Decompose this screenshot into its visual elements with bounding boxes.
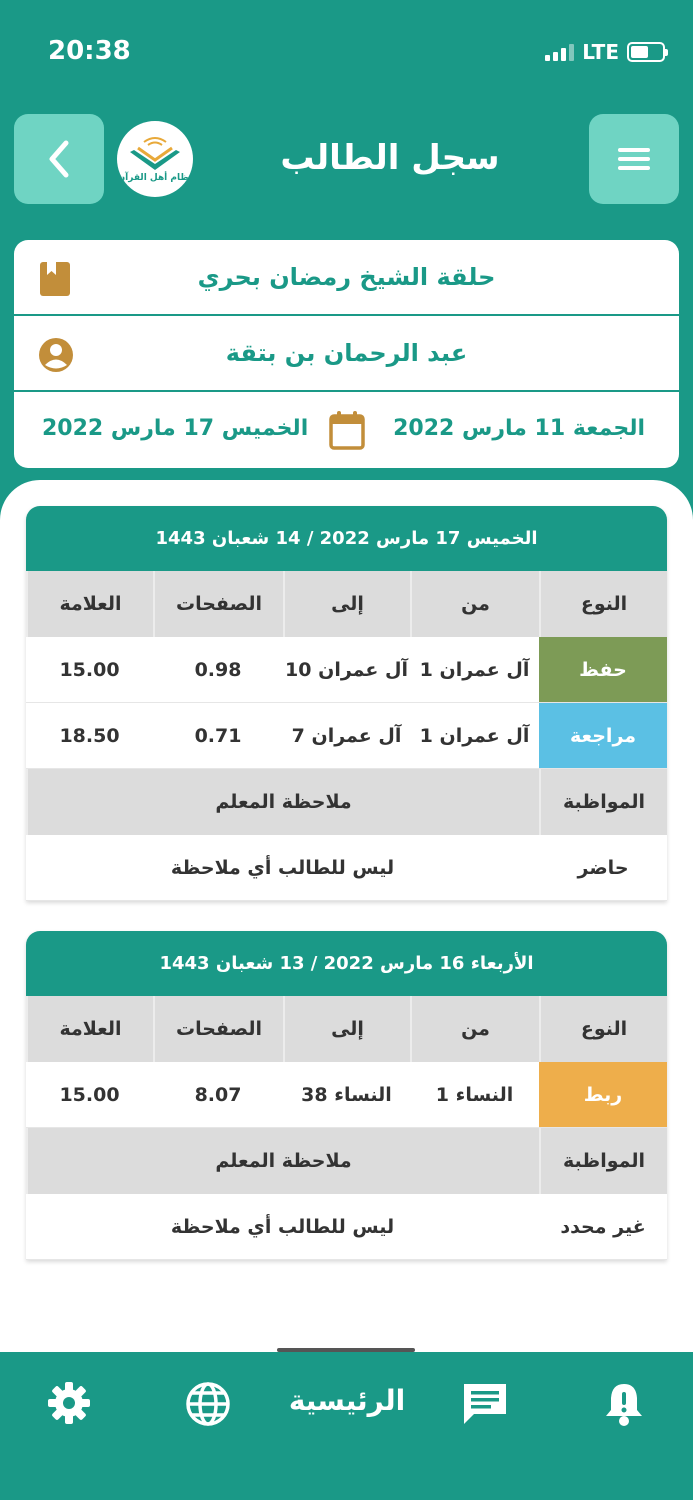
chat-icon: [464, 1384, 506, 1424]
battery-icon: [627, 42, 668, 62]
cell-mark: 18.50: [59, 724, 120, 747]
type-badge-review: مراجعة: [539, 703, 667, 768]
calendar-icon[interactable]: [328, 410, 366, 450]
attendance-row: غير محدد ليس للطالب أي ملاحظة: [26, 1194, 667, 1260]
attendance-value: غير محدد: [560, 1215, 646, 1238]
cell-pages: 0.71: [194, 724, 242, 747]
nav-settings[interactable]: [46, 1380, 92, 1426]
book-icon: [40, 262, 70, 296]
cell-from: آل عمران 1: [419, 724, 530, 747]
col-teacher-note: ملاحظة المعلم: [26, 769, 539, 835]
col-pages: الصفحات: [153, 996, 283, 1062]
chevron-left-icon: [49, 140, 69, 178]
day-record-card: الأربعاء 16 مارس 2022 / 13 شعبان 1443 ال…: [26, 931, 667, 1260]
type-badge-hifz: حفظ: [539, 637, 667, 702]
logo-text: نظام أهل القرآن: [117, 172, 193, 183]
signal-icon: [545, 43, 575, 61]
student-name: عبد الرحمان بن بتقة: [225, 339, 468, 367]
date-from[interactable]: الجمعة 11 مارس 2022: [393, 416, 645, 441]
quran-logo-icon: [130, 136, 180, 170]
gear-icon: [48, 1382, 90, 1424]
date-to[interactable]: الخميس 17 مارس 2022: [42, 416, 308, 441]
circle-name: حلقة الشيخ رمضان بحري: [197, 263, 496, 291]
hamburger-menu-icon: [618, 148, 650, 170]
table-header-row: النوع من إلى الصفحات العلامة: [26, 996, 667, 1062]
page-title: سجل الطالب: [280, 138, 500, 178]
col-attendance: المواظبة: [539, 769, 667, 835]
col-mark: العلامة: [26, 996, 153, 1062]
cell-from: النساء 1: [435, 1083, 514, 1106]
col-to: إلى: [283, 571, 410, 637]
table-header-row: النوع من إلى الصفحات العلامة: [26, 571, 667, 637]
network-label: LTE: [582, 40, 619, 64]
day-record-card: الخميس 17 مارس 2022 / 14 شعبان 1443 النو…: [26, 506, 667, 901]
student-info-card: حلقة الشيخ رمضان بحري عبد الرحمان بن بتق…: [14, 240, 679, 468]
col-from: من: [410, 996, 539, 1062]
attendance-value: حاضر: [577, 856, 629, 879]
app-logo: نظام أهل القرآن: [117, 121, 193, 197]
teacher-note-value: ليس للطالب أي ملاحظة: [170, 856, 395, 879]
col-teacher-note: ملاحظة المعلم: [26, 1128, 539, 1194]
cell-mark: 15.00: [59, 658, 120, 681]
circle-row[interactable]: حلقة الشيخ رمضان بحري: [14, 240, 679, 316]
nav-messages[interactable]: [460, 1380, 510, 1428]
nav-home[interactable]: الرئيسية: [270, 1384, 424, 1417]
attendance-header-row: المواظبة ملاحظة المعلم: [26, 1128, 667, 1194]
col-pages: الصفحات: [153, 571, 283, 637]
cell-to: آل عمران 10: [285, 658, 408, 681]
status-time: 20:38: [48, 36, 131, 66]
back-button[interactable]: [14, 114, 104, 204]
attendance-row: حاضر ليس للطالب أي ملاحظة: [26, 835, 667, 901]
col-type: النوع: [539, 571, 667, 637]
col-to: إلى: [283, 996, 410, 1062]
col-type: النوع: [539, 996, 667, 1062]
teacher-note-value: ليس للطالب أي ملاحظة: [170, 1215, 395, 1238]
table-row: حفظ آل عمران 1 آل عمران 10 0.98 15.00: [26, 637, 667, 703]
cell-pages: 0.98: [194, 658, 242, 681]
col-from: من: [410, 571, 539, 637]
table-row: ربط النساء 1 النساء 38 8.07 15.00: [26, 1062, 667, 1128]
user-circle-icon: [39, 338, 73, 372]
status-indicators: LTE: [545, 40, 668, 64]
bottom-nav: الرئيسية: [0, 1352, 693, 1500]
col-mark: العلامة: [26, 571, 153, 637]
menu-button[interactable]: [589, 114, 679, 204]
bell-alert-icon: [606, 1384, 642, 1426]
cell-mark: 15.00: [59, 1083, 120, 1106]
col-attendance: المواظبة: [539, 1128, 667, 1194]
type-badge-rabt: ربط: [539, 1062, 667, 1127]
cell-to: آل عمران 7: [291, 724, 402, 747]
table-row: مراجعة آل عمران 1 آل عمران 7 0.71 18.50: [26, 703, 667, 769]
student-row[interactable]: عبد الرحمان بن بتقة: [14, 316, 679, 392]
nav-notifications[interactable]: [602, 1380, 646, 1428]
nav-web[interactable]: [184, 1380, 232, 1428]
record-date: الأربعاء 16 مارس 2022 / 13 شعبان 1443: [26, 931, 667, 996]
cell-to: النساء 38: [301, 1083, 392, 1106]
cell-from: آل عمران 1: [419, 658, 530, 681]
cell-pages: 8.07: [194, 1083, 242, 1106]
record-date: الخميس 17 مارس 2022 / 14 شعبان 1443: [26, 506, 667, 571]
date-range-row[interactable]: الجمعة 11 مارس 2022 الخميس 17 مارس 2022: [14, 392, 679, 468]
globe-icon: [186, 1382, 230, 1426]
attendance-header-row: المواظبة ملاحظة المعلم: [26, 769, 667, 835]
